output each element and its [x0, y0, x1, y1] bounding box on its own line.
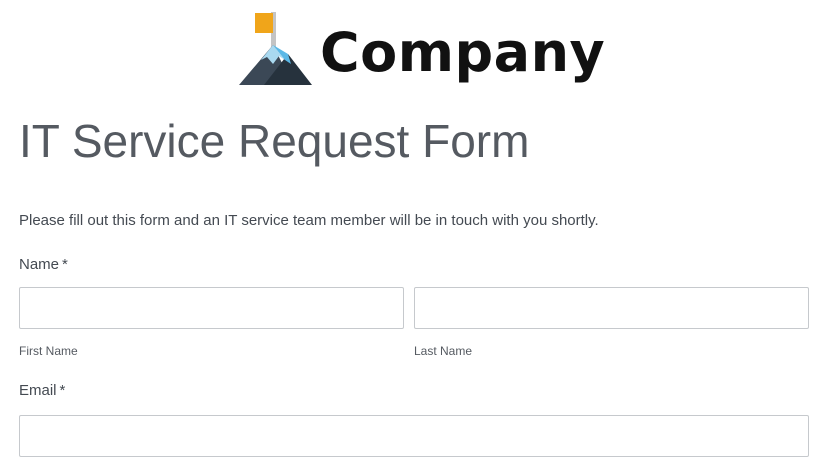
required-mark: *: [59, 382, 66, 399]
company-name: Company: [320, 21, 606, 84]
last-name-sublabel: Last Name: [414, 344, 473, 358]
name-label: Name *: [19, 255, 68, 275]
company-logo: Company: [238, 12, 605, 88]
first-name-input[interactable]: [19, 287, 404, 329]
name-label-text: Name: [19, 256, 60, 273]
mountain-flag-icon: [238, 12, 314, 88]
email-label: Email *: [19, 381, 65, 401]
page-title: IT Service Request Form: [19, 115, 530, 167]
last-name-input[interactable]: [414, 287, 809, 329]
email-input[interactable]: [19, 415, 809, 457]
form-page: Company IT Service Request Form Please f…: [0, 0, 820, 472]
email-label-text: Email: [19, 382, 57, 399]
form-intro: Please fill out this form and an IT serv…: [19, 212, 599, 229]
required-mark: *: [62, 256, 68, 273]
first-name-sublabel: First Name: [19, 344, 78, 358]
